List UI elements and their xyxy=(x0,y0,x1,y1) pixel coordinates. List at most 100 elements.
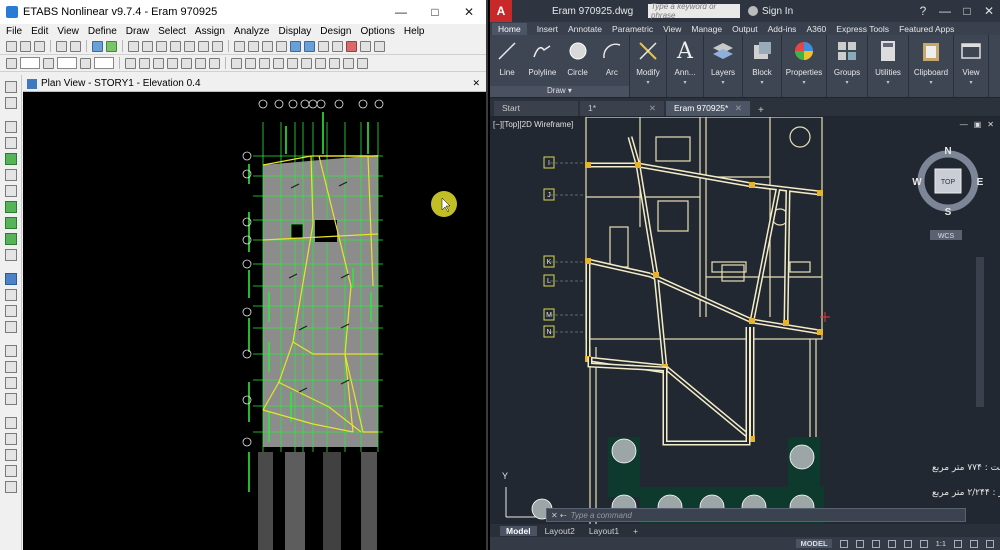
model-space-toggle[interactable]: MODEL xyxy=(796,539,832,548)
grid-icon[interactable] xyxy=(4,289,17,301)
close-icon[interactable]: ✕ xyxy=(452,0,486,24)
menu-design[interactable]: Design xyxy=(320,26,351,37)
viewcube-top-face[interactable]: TOP xyxy=(941,179,956,186)
draw-line-icon[interactable] xyxy=(195,57,206,69)
customize-icon[interactable] xyxy=(986,539,994,548)
block-tool[interactable]: Block ▾ xyxy=(743,35,781,97)
clear-icon[interactable] xyxy=(4,481,17,493)
acad-maximize-icon[interactable]: □ xyxy=(956,0,978,22)
vp-restore-icon[interactable]: ▣ xyxy=(974,120,982,129)
snap-toggle-icon[interactable] xyxy=(855,539,864,548)
vp-close-icon[interactable]: ✕ xyxy=(987,120,994,129)
object-shrink-icon[interactable] xyxy=(318,40,329,52)
select-icon[interactable] xyxy=(4,273,17,285)
save-icon[interactable] xyxy=(34,40,45,52)
arc-tool[interactable]: Arc xyxy=(599,35,625,86)
load-combo-select[interactable] xyxy=(20,57,40,69)
lineweight-toggle-icon[interactable] xyxy=(919,539,928,548)
isolate-icon[interactable] xyxy=(970,539,978,548)
3d-view-icon[interactable] xyxy=(234,40,245,52)
get-previous-icon[interactable] xyxy=(245,57,256,69)
draw-opening-icon[interactable] xyxy=(4,249,17,261)
show-loads-icon[interactable] xyxy=(6,57,17,69)
shear-wall-icon[interactable] xyxy=(139,57,150,69)
draw-column-icon[interactable] xyxy=(4,153,17,165)
draw-rect-area-icon[interactable] xyxy=(4,217,17,229)
maximize-icon[interactable]: □ xyxy=(418,0,452,24)
draw-brace-icon[interactable] xyxy=(4,137,17,149)
undo-icon[interactable] xyxy=(56,40,67,52)
doc-tab-start[interactable]: Start xyxy=(494,101,578,116)
utilities-tool[interactable]: Utilities ▾ xyxy=(868,35,908,97)
tab-manage[interactable]: Manage xyxy=(691,24,722,34)
draw-beam-icon[interactable] xyxy=(4,121,17,133)
layout-tab-layout2[interactable]: Layout2 xyxy=(539,526,581,536)
intersect-line-icon[interactable] xyxy=(4,433,17,445)
snap-ends-icon[interactable] xyxy=(301,57,312,69)
tab-close-icon[interactable]: ✕ xyxy=(735,103,742,116)
minimize-icon[interactable]: — xyxy=(384,0,418,24)
sign-in-button[interactable]: Sign In xyxy=(748,6,793,17)
tab-a360[interactable]: A360 xyxy=(806,24,826,34)
menu-options[interactable]: Options xyxy=(360,26,394,37)
previous-icon[interactable] xyxy=(4,465,17,477)
force-select[interactable] xyxy=(94,57,114,69)
command-line[interactable]: ✕ ⇠ Type a command xyxy=(546,508,966,522)
clipboard-tool[interactable]: Clipboard ▾ xyxy=(909,35,953,97)
tab-express-tools[interactable]: Express Tools xyxy=(836,24,889,34)
select-line-icon[interactable] xyxy=(4,417,17,429)
viewcube-n[interactable]: N xyxy=(944,146,951,157)
annotation-tool[interactable]: A Ann... ▾ xyxy=(667,35,703,97)
move-down-icon[interactable] xyxy=(304,40,315,52)
layout-tab-layout1[interactable]: Layout1 xyxy=(583,526,625,536)
show-forces-icon[interactable] xyxy=(80,57,91,69)
autocad-logo-icon[interactable]: A xyxy=(490,0,512,22)
help-icon[interactable]: ? xyxy=(912,0,934,22)
acad-minimize-icon[interactable]: — xyxy=(934,0,956,22)
plan-view-icon[interactable] xyxy=(248,40,259,52)
etabs-plan-canvas[interactable] xyxy=(23,92,486,550)
properties-tool[interactable]: Properties ▾ xyxy=(782,35,826,97)
zoom-out-icon[interactable] xyxy=(156,40,167,52)
snap-fine-grid-icon[interactable] xyxy=(357,57,368,69)
doc-tab-eram[interactable]: Eram 970925* ✕ xyxy=(666,101,750,116)
viewcube-w[interactable]: W xyxy=(912,177,922,188)
composite-icon[interactable] xyxy=(153,57,164,69)
snap-perp-icon[interactable] xyxy=(329,57,340,69)
elevation-view-icon[interactable] xyxy=(262,40,273,52)
move-up-icon[interactable] xyxy=(290,40,301,52)
view-close-icon[interactable]: ✕ xyxy=(472,78,480,89)
reshape-icon[interactable] xyxy=(4,97,17,109)
zoom-selected-icon[interactable] xyxy=(212,40,223,52)
run-analysis-icon[interactable] xyxy=(106,40,117,52)
draw-secondary-beam-icon[interactable] xyxy=(4,169,17,181)
align-icon[interactable] xyxy=(4,393,17,405)
reference-icon[interactable] xyxy=(4,321,17,333)
refresh-icon[interactable] xyxy=(360,40,371,52)
steel-joist-icon[interactable] xyxy=(167,57,178,69)
circle-tool[interactable]: Circle xyxy=(565,35,591,86)
viewcube-e[interactable]: E xyxy=(977,177,984,188)
snap-points-icon[interactable] xyxy=(287,57,298,69)
menu-assign[interactable]: Assign xyxy=(195,26,225,37)
keyword-search-input[interactable]: Type a keyword or phrase xyxy=(648,2,740,20)
acad-close-icon[interactable]: ✕ xyxy=(978,0,1000,22)
dimension-icon[interactable] xyxy=(4,305,17,317)
pan-icon[interactable] xyxy=(198,40,209,52)
zoom-previous-icon[interactable] xyxy=(184,40,195,52)
tab-view[interactable]: View xyxy=(663,24,681,34)
menu-select[interactable]: Select xyxy=(158,26,186,37)
tab-annotate[interactable]: Annotate xyxy=(568,24,602,34)
set-elements-icon[interactable] xyxy=(332,40,343,52)
menu-display[interactable]: Display xyxy=(279,26,312,37)
show-deformed-icon[interactable] xyxy=(43,57,54,69)
command-input[interactable]: Type a command xyxy=(571,511,632,520)
viewport-controls[interactable]: [−][Top][2D Wireframe] xyxy=(493,120,573,129)
rotate-icon[interactable] xyxy=(276,40,287,52)
layers-tool[interactable]: Layers ▾ xyxy=(704,35,742,97)
clear-selection-icon[interactable] xyxy=(259,57,270,69)
menu-file[interactable]: File xyxy=(6,26,22,37)
draw-point-icon[interactable] xyxy=(181,57,192,69)
navigation-bar[interactable] xyxy=(976,257,984,407)
workspace-icon[interactable] xyxy=(954,539,962,548)
